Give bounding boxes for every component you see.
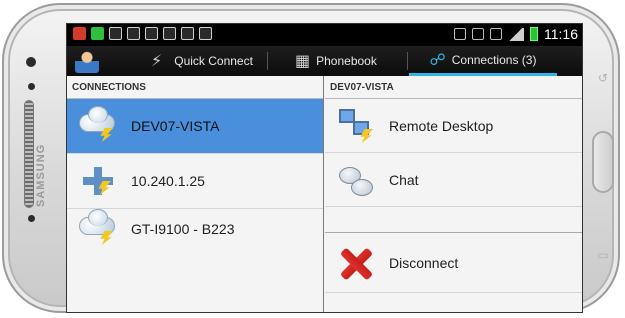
disconnect-action[interactable]: Disconnect (325, 233, 582, 293)
status-bar: 11:16 (67, 24, 582, 46)
tab-divider (407, 52, 408, 70)
chat-action[interactable]: Chat (325, 153, 582, 207)
tab-bar: ⚡ Quick Connect ▦ Phonebook ☍ Connection… (67, 46, 582, 76)
menu-key-icon[interactable]: ↺ (596, 71, 610, 85)
connection-item-dev07-vista[interactable]: DEV07-VISTA (67, 99, 323, 154)
pane-title: DEV07-VISTA (325, 76, 582, 99)
tools-icon (73, 27, 86, 40)
action-label: Disconnect (389, 255, 459, 271)
tab-label: Connections (3) (451, 52, 537, 67)
mail-icon (145, 27, 158, 40)
clock: 11:16 (544, 26, 578, 42)
connections-pane: CONNECTIONS DEV07-VISTA 10.240.1.25 GT-I… (67, 76, 324, 312)
usb-icon (109, 27, 122, 40)
sensor-dot (28, 83, 35, 90)
tab-quick-connect[interactable]: ⚡ Quick Connect (151, 46, 253, 76)
notification-icons (73, 27, 212, 40)
network-node-icon (79, 163, 119, 199)
tab-connections[interactable]: ☍ Connections (3) (409, 46, 557, 76)
remote-desktop-icon (337, 109, 375, 145)
lightning-icon: ⚡ (151, 53, 163, 70)
brand-logo: SAMSUNG (35, 143, 47, 207)
tab-divider (267, 52, 268, 70)
connection-label: 10.240.1.25 (131, 173, 205, 189)
phonebook-icon: ▦ (295, 53, 311, 70)
status-indicators: 11:16 (454, 26, 578, 42)
sensor-dot (28, 215, 35, 222)
photo-icon (127, 27, 140, 40)
cloud-connection-icon (79, 209, 119, 247)
front-camera (26, 57, 36, 67)
empty-row (325, 207, 582, 233)
screenshot-icon (163, 27, 176, 40)
action-label: Chat (389, 172, 419, 188)
screen: 11:16 ⚡ Quick Connect ▦ Phonebook ☍ Conn… (66, 23, 583, 313)
detail-pane: DEV07-VISTA Remote Desktop Chat Disconne… (325, 76, 582, 312)
tab-label: Phonebook (316, 54, 377, 68)
speaker-grille (24, 100, 34, 208)
connection-label: DEV07-VISTA (131, 118, 220, 134)
cloud-connection-icon (79, 106, 119, 144)
bag-icon (181, 27, 194, 40)
back-key-icon[interactable]: ▭ (596, 248, 610, 262)
alarm-icon (454, 28, 466, 40)
android-icon (91, 27, 104, 40)
tab-phonebook[interactable]: ▦ Phonebook (295, 46, 377, 76)
app-logo-icon (75, 49, 99, 73)
bag-icon (199, 27, 212, 40)
action-label: Remote Desktop (389, 118, 494, 134)
pane-title: CONNECTIONS (67, 76, 323, 99)
wifi-icon (490, 28, 502, 40)
connection-item-gt-i9100[interactable]: GT-I9100 - B223 (67, 209, 323, 264)
connections-icon: ☍ (429, 51, 446, 69)
nfc-icon (472, 28, 484, 40)
chat-icon (337, 163, 375, 199)
tab-label: Quick Connect (174, 54, 253, 68)
home-button[interactable] (592, 131, 614, 193)
connection-label: GT-I9100 - B223 (131, 221, 235, 237)
connection-item-10-240-1-25[interactable]: 10.240.1.25 (67, 154, 323, 209)
remote-desktop-action[interactable]: Remote Desktop (325, 99, 582, 153)
phone-frame: SAMSUNG ↺ ▭ 11:16 ⚡ Quick Connect ▦ Phon… (2, 3, 620, 313)
disconnect-x-icon (337, 245, 375, 281)
signal-icon (508, 27, 524, 41)
battery-icon (530, 27, 538, 41)
